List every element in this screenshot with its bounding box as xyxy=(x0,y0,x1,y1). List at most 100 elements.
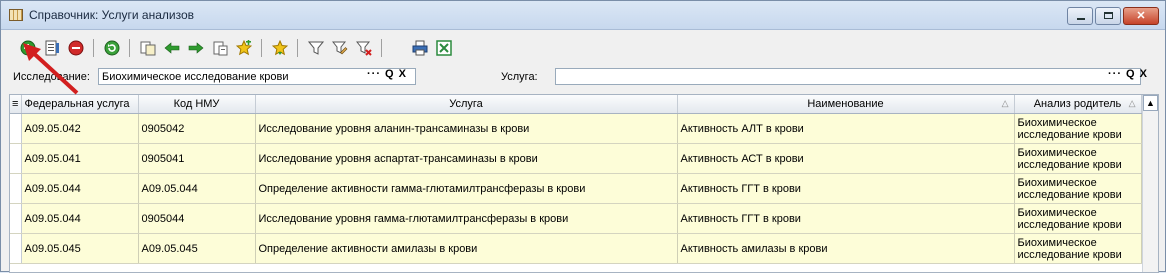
cell-service: Определение активности гамма-глютамилтра… xyxy=(255,173,678,204)
filter-button[interactable] xyxy=(305,37,327,59)
cell-parent-analysis: Биохимическое исследование крови xyxy=(1014,113,1142,144)
cell-name: Активность амилазы в крови xyxy=(677,233,1015,264)
cell-nmu-code: 0905042 xyxy=(138,113,256,144)
refresh-button[interactable] xyxy=(101,37,123,59)
directory-icon xyxy=(9,9,23,21)
row-selector[interactable] xyxy=(10,143,22,174)
col-service[interactable]: Услуга xyxy=(255,95,678,114)
forward-arrow-button[interactable] xyxy=(185,37,207,59)
research-label: Исследование: xyxy=(13,71,90,83)
cell-federal-service: A09.05.041 xyxy=(21,143,139,174)
add-button[interactable] xyxy=(17,37,39,59)
forward-arrow-icon xyxy=(188,42,204,54)
paste-button[interactable] xyxy=(209,37,231,59)
table-row[interactable]: A09.05.044 0905044 Исследование уровня г… xyxy=(10,203,1142,234)
back-arrow-icon xyxy=(164,42,180,54)
properties-button[interactable] xyxy=(41,37,63,59)
sort-icon: △ xyxy=(1001,98,1009,108)
delete-button[interactable] xyxy=(65,37,87,59)
refresh-icon xyxy=(104,40,120,56)
star-down-icon xyxy=(272,40,288,56)
cell-service: Определение активности амилазы в крови xyxy=(255,233,678,264)
row-selector[interactable] xyxy=(10,203,22,234)
star-down-button[interactable] xyxy=(269,37,291,59)
cell-service: Исследование уровня аспартат-трансаминаз… xyxy=(255,143,678,174)
cell-nmu-code: 0905041 xyxy=(138,143,256,174)
cell-parent-analysis: Биохимическое исследование крови xyxy=(1014,203,1142,234)
service-field-buttons[interactable]: ··· Q X xyxy=(1108,68,1148,80)
research-value: Биохимическое исследование крови xyxy=(102,71,289,83)
print-icon xyxy=(412,40,428,56)
col-name-label: Наименование xyxy=(807,98,884,110)
star-add-icon xyxy=(236,40,252,56)
toolbar-separator xyxy=(297,39,298,57)
filter-icon xyxy=(308,41,324,55)
col-parent-analysis[interactable]: Анализ родитель △ xyxy=(1014,95,1142,114)
row-selector[interactable] xyxy=(10,233,22,264)
table-row[interactable]: A09.05.044 A09.05.044 Определение активн… xyxy=(10,173,1142,204)
filter-edit-icon xyxy=(332,41,348,55)
sort-icon: △ xyxy=(1128,98,1136,108)
filter-edit-button[interactable] xyxy=(329,37,351,59)
copy-button[interactable] xyxy=(137,37,159,59)
table-row[interactable]: A09.05.041 0905041 Исследование уровня а… xyxy=(10,143,1142,174)
scroll-up-icon[interactable]: ▲ xyxy=(1143,95,1158,111)
filter-clear-icon xyxy=(356,41,372,56)
services-grid: ≡ Федеральная услуга Код НМУ Услуга Наим… xyxy=(9,94,1159,273)
toolbar-separator xyxy=(381,39,382,57)
cell-service: Исследование уровня аланин-трансаминазы … xyxy=(255,113,678,144)
row-selector[interactable] xyxy=(10,113,22,144)
col-nmu-code[interactable]: Код НМУ xyxy=(138,95,256,114)
toolbar xyxy=(5,35,1161,61)
minimize-button[interactable] xyxy=(1067,7,1093,25)
window-title: Справочник: Услуги анализов xyxy=(29,8,194,22)
cell-name: Активность ГГТ в крови xyxy=(677,203,1015,234)
cell-federal-service: A09.05.044 xyxy=(21,203,139,234)
column-chooser-icon[interactable]: ≡ xyxy=(10,95,22,114)
cell-parent-analysis: Биохимическое исследование крови xyxy=(1014,143,1142,174)
minimize-icon xyxy=(1077,18,1085,20)
table-header: ≡ Федеральная услуга Код НМУ Услуга Наим… xyxy=(10,95,1142,114)
back-arrow-button[interactable] xyxy=(161,37,183,59)
title-bar: Справочник: Услуги анализов ✕ xyxy=(1,1,1165,30)
excel-icon xyxy=(436,40,452,56)
col-federal-service[interactable]: Федеральная услуга xyxy=(21,95,139,114)
cell-name: Активность ГГТ в крови xyxy=(677,173,1015,204)
star-add-button[interactable] xyxy=(233,37,255,59)
row-selector[interactable] xyxy=(10,173,22,204)
filter-clear-button[interactable] xyxy=(353,37,375,59)
maximize-icon xyxy=(1104,12,1113,19)
toolbar-separator xyxy=(129,39,130,57)
cell-nmu-code: A09.05.045 xyxy=(138,233,256,264)
cell-name: Активность АСТ в крови xyxy=(677,143,1015,174)
close-icon: ✕ xyxy=(1136,10,1146,22)
research-field-buttons[interactable]: ··· Q X xyxy=(367,68,407,80)
close-button[interactable]: ✕ xyxy=(1123,7,1159,25)
cell-service: Исследование уровня гамма-глютамилтрансф… xyxy=(255,203,678,234)
cell-federal-service: A09.05.044 xyxy=(21,173,139,204)
print-button[interactable] xyxy=(409,37,431,59)
vertical-scrollbar[interactable]: ▲ xyxy=(1142,95,1158,272)
window: Справочник: Услуги анализов ✕ Исследован… xyxy=(0,0,1166,273)
table-row[interactable]: A09.05.045 A09.05.045 Определение активн… xyxy=(10,233,1142,264)
filter-bar: Исследование: Биохимическое исследование… xyxy=(1,65,1165,89)
toolbar-separator xyxy=(261,39,262,57)
paste-icon xyxy=(213,41,228,56)
cell-nmu-code: 0905044 xyxy=(138,203,256,234)
maximize-button[interactable] xyxy=(1095,7,1121,25)
toolbar-separator xyxy=(93,39,94,57)
cell-parent-analysis: Биохимическое исследование крови xyxy=(1014,233,1142,264)
cell-nmu-code: A09.05.044 xyxy=(138,173,256,204)
excel-button[interactable] xyxy=(433,37,455,59)
table-row[interactable]: A09.05.042 0905042 Исследование уровня а… xyxy=(10,113,1142,144)
service-field[interactable] xyxy=(555,68,1141,85)
service-label: Услуга: xyxy=(501,71,538,83)
cell-federal-service: A09.05.042 xyxy=(21,113,139,144)
cell-federal-service: A09.05.045 xyxy=(21,233,139,264)
services-table: ≡ Федеральная услуга Код НМУ Услуга Наим… xyxy=(10,95,1142,264)
cell-name: Активность АЛТ в крови xyxy=(677,113,1015,144)
add-icon xyxy=(20,40,36,56)
col-name[interactable]: Наименование △ xyxy=(677,95,1015,114)
delete-icon xyxy=(68,40,84,56)
properties-icon xyxy=(45,40,59,56)
